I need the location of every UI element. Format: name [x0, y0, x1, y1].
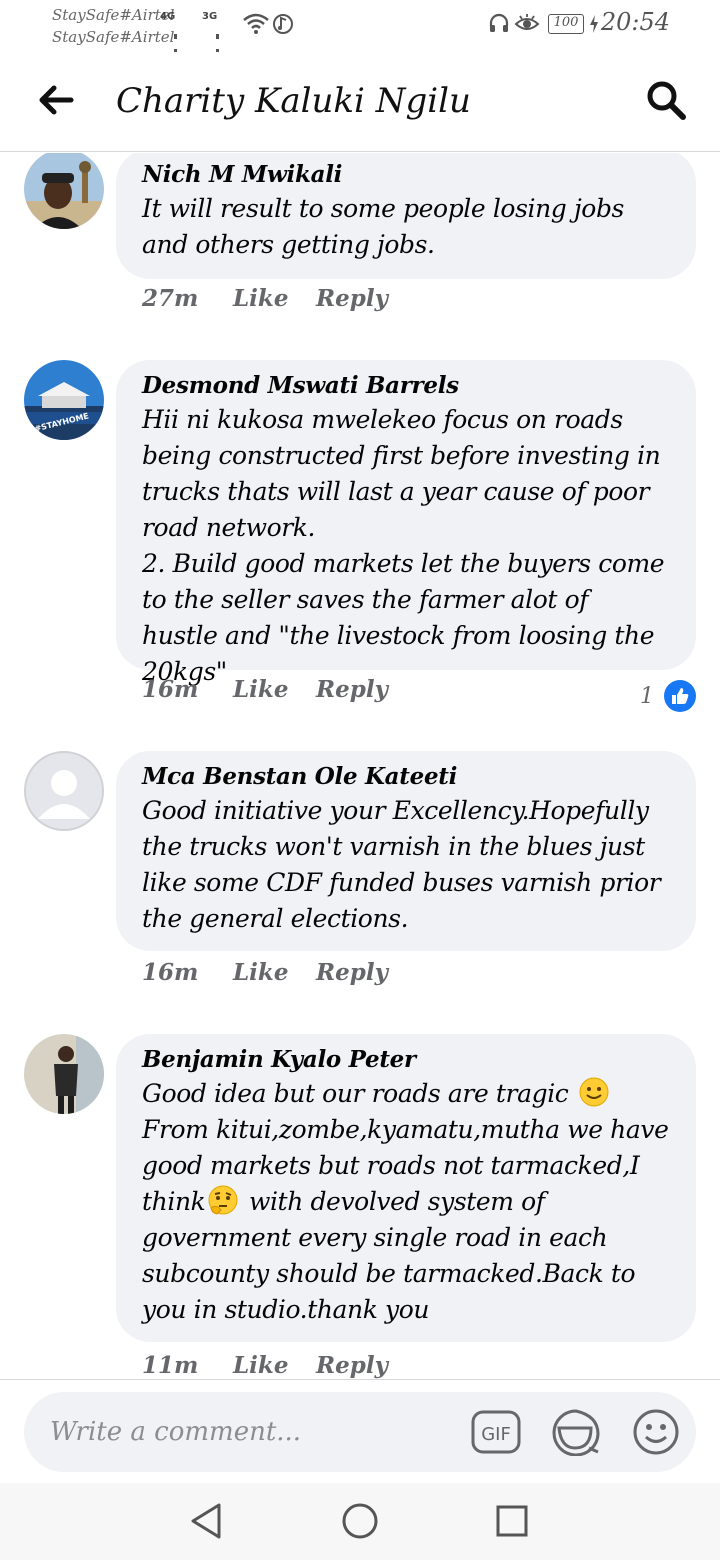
comment-author[interactable]: Nich M Mwikali	[142, 159, 670, 191]
system-nav-bar	[0, 1483, 720, 1560]
avatar[interactable]: #STAYHOME	[24, 360, 104, 440]
gif-icon: GIF	[471, 1410, 521, 1454]
headset-icon	[489, 13, 509, 32]
reply-button[interactable]: Reply	[316, 959, 388, 986]
comment-author[interactable]: Benjamin Kyalo Peter	[142, 1044, 670, 1076]
like-button[interactable]: Like	[233, 285, 288, 312]
reaction-summary[interactable]: 1	[640, 678, 696, 714]
slightly-smiling-face-icon	[579, 1077, 609, 1107]
battery-level: 100	[553, 15, 579, 30]
arrow-left-icon	[39, 85, 74, 115]
page-title: Charity Kaluki Ngilu	[116, 81, 471, 121]
avatar-placeholder[interactable]	[24, 751, 104, 831]
smiley-icon	[633, 1409, 679, 1455]
nav-back-button[interactable]	[180, 1499, 232, 1543]
back-button[interactable]	[30, 78, 82, 122]
eye-comfort-icon	[514, 14, 540, 30]
battery-icon: 100	[548, 14, 584, 34]
comment-bubble[interactable]: Nich M Mwikali It will result to some pe…	[116, 153, 696, 279]
comment-bubble[interactable]: Benjamin Kyalo Peter Good idea but our r…	[116, 1034, 696, 1342]
nav-home-button[interactable]	[334, 1499, 386, 1543]
comment-text: It will result to some people losing job…	[142, 194, 624, 259]
status-time: 20:54	[600, 8, 670, 36]
triangle-back-icon	[191, 1503, 221, 1539]
avatar-photo	[24, 153, 104, 229]
comment-time[interactable]: 16m	[142, 676, 198, 703]
status-bar: StaySafe#Airtel StaySafe#Airtel 4G 3G 10…	[0, 0, 720, 96]
comment-list[interactable]: Nich M Mwikali It will result to some pe…	[0, 153, 720, 1379]
comment-text: Good idea but our roads are tragic From …	[142, 1076, 670, 1328]
avatar-photo	[24, 1034, 104, 1114]
like-button[interactable]: Like	[233, 959, 288, 986]
nav-recents-button[interactable]	[486, 1499, 538, 1543]
reaction-count: 1	[640, 683, 654, 709]
comment-time[interactable]: 16m	[142, 959, 198, 986]
sticker-button[interactable]	[546, 1402, 606, 1462]
reply-button[interactable]: Reply	[316, 676, 388, 703]
search-button[interactable]	[642, 76, 690, 124]
carrier-1: StaySafe#Airtel	[52, 6, 175, 24]
comment-time[interactable]: 27m	[142, 285, 198, 312]
sticker-icon	[552, 1409, 600, 1456]
gif-label: GIF	[481, 1424, 511, 1445]
avatar[interactable]	[24, 1034, 104, 1114]
circle-home-icon	[342, 1503, 378, 1539]
comment-bubble[interactable]: Desmond Mswati Barrels Hii ni kukosa mwe…	[116, 360, 696, 686]
avatar[interactable]	[24, 153, 104, 229]
comment-text: Hii ni kukosa mwelekeo focus on roads be…	[142, 405, 665, 686]
gif-button[interactable]: GIF	[466, 1402, 526, 1462]
comment-text: Good initiative your Excellency.Hopefull…	[142, 796, 661, 933]
comment-author[interactable]: Mca Benstan Ole Kateeti	[142, 761, 670, 793]
square-recents-icon	[496, 1505, 528, 1537]
header: Charity Kaluki Ngilu	[0, 52, 720, 152]
like-button[interactable]: Like	[233, 1352, 288, 1379]
charging-icon	[590, 15, 598, 33]
thumbs-up-icon	[664, 680, 696, 712]
carrier-names: StaySafe#Airtel StaySafe#Airtel	[52, 4, 174, 48]
comment-composer: GIF	[0, 1379, 720, 1483]
wifi-icon	[243, 13, 269, 34]
music-notification-icon	[273, 14, 293, 34]
default-avatar-icon	[38, 770, 90, 819]
comment-bubble[interactable]: Mca Benstan Ole Kateeti Good initiative …	[116, 751, 696, 951]
reply-button[interactable]: Reply	[316, 1352, 388, 1379]
carrier-2: StaySafe#Airtel	[52, 28, 175, 46]
emoji-button[interactable]	[626, 1402, 686, 1462]
search-icon	[647, 81, 686, 120]
comment-time[interactable]: 11m	[142, 1352, 198, 1379]
comment-author[interactable]: Desmond Mswati Barrels	[142, 370, 670, 402]
reply-button[interactable]: Reply	[316, 285, 388, 312]
thinking-face-icon	[208, 1185, 238, 1215]
like-button[interactable]: Like	[233, 676, 288, 703]
